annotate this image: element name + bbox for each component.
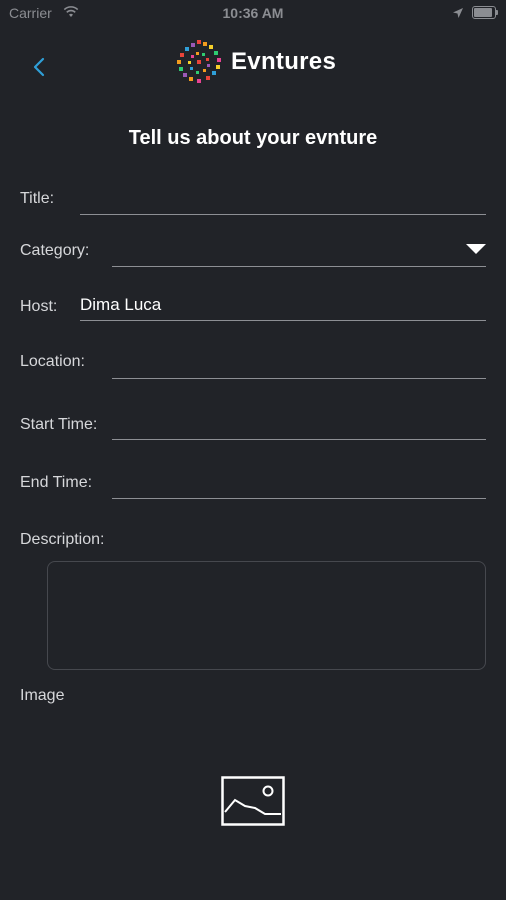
title-label: Title: bbox=[20, 190, 55, 207]
description-label: Description: bbox=[20, 531, 105, 548]
start-time-label: Start Time: bbox=[20, 416, 98, 433]
app-title: Evntures bbox=[231, 48, 337, 75]
category-label: Category: bbox=[20, 242, 90, 259]
location-arrow-icon bbox=[452, 6, 464, 24]
end-time-input[interactable] bbox=[112, 468, 486, 499]
dropdown-arrow-icon bbox=[466, 244, 486, 254]
title-input[interactable] bbox=[80, 184, 486, 215]
status-time: 10:36 AM bbox=[222, 5, 284, 21]
status-bar: Carrier 10:36 AM bbox=[0, 0, 506, 28]
evntures-logo bbox=[175, 38, 223, 86]
form-heading: Tell us about your evnture bbox=[128, 127, 378, 149]
location-input[interactable] bbox=[112, 348, 486, 379]
host-label: Host: bbox=[20, 298, 58, 315]
description-textarea[interactable] bbox=[47, 561, 486, 670]
image-picker-button[interactable] bbox=[221, 776, 285, 826]
category-dropdown[interactable] bbox=[112, 236, 486, 267]
location-label: Location: bbox=[20, 353, 85, 370]
battery-tip bbox=[496, 10, 498, 15]
back-button[interactable] bbox=[24, 52, 54, 82]
start-time-input[interactable] bbox=[112, 409, 486, 440]
battery-icon bbox=[472, 6, 496, 19]
image-label: Image bbox=[20, 687, 65, 704]
chevron-left-icon bbox=[33, 57, 45, 77]
host-value: Dima Luca bbox=[80, 295, 162, 314]
host-input[interactable]: Dima Luca bbox=[80, 290, 486, 321]
image-placeholder-icon bbox=[221, 776, 285, 826]
end-time-label: End Time: bbox=[20, 474, 93, 491]
